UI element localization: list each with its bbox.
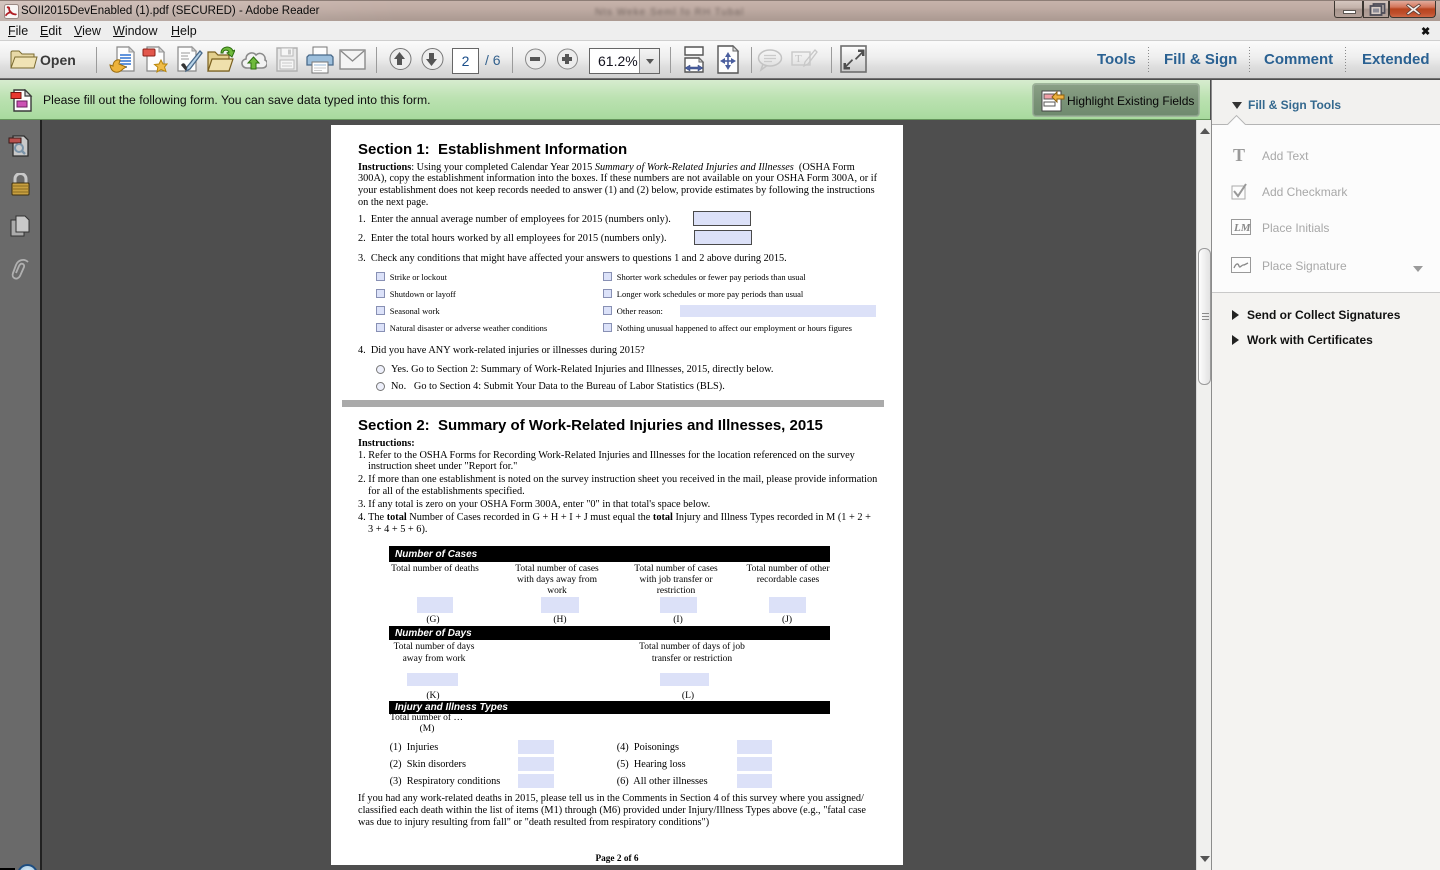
- svg-text:LM: LM: [1233, 222, 1251, 234]
- svg-text:T: T: [1233, 146, 1245, 163]
- svg-text:T: T: [795, 53, 802, 65]
